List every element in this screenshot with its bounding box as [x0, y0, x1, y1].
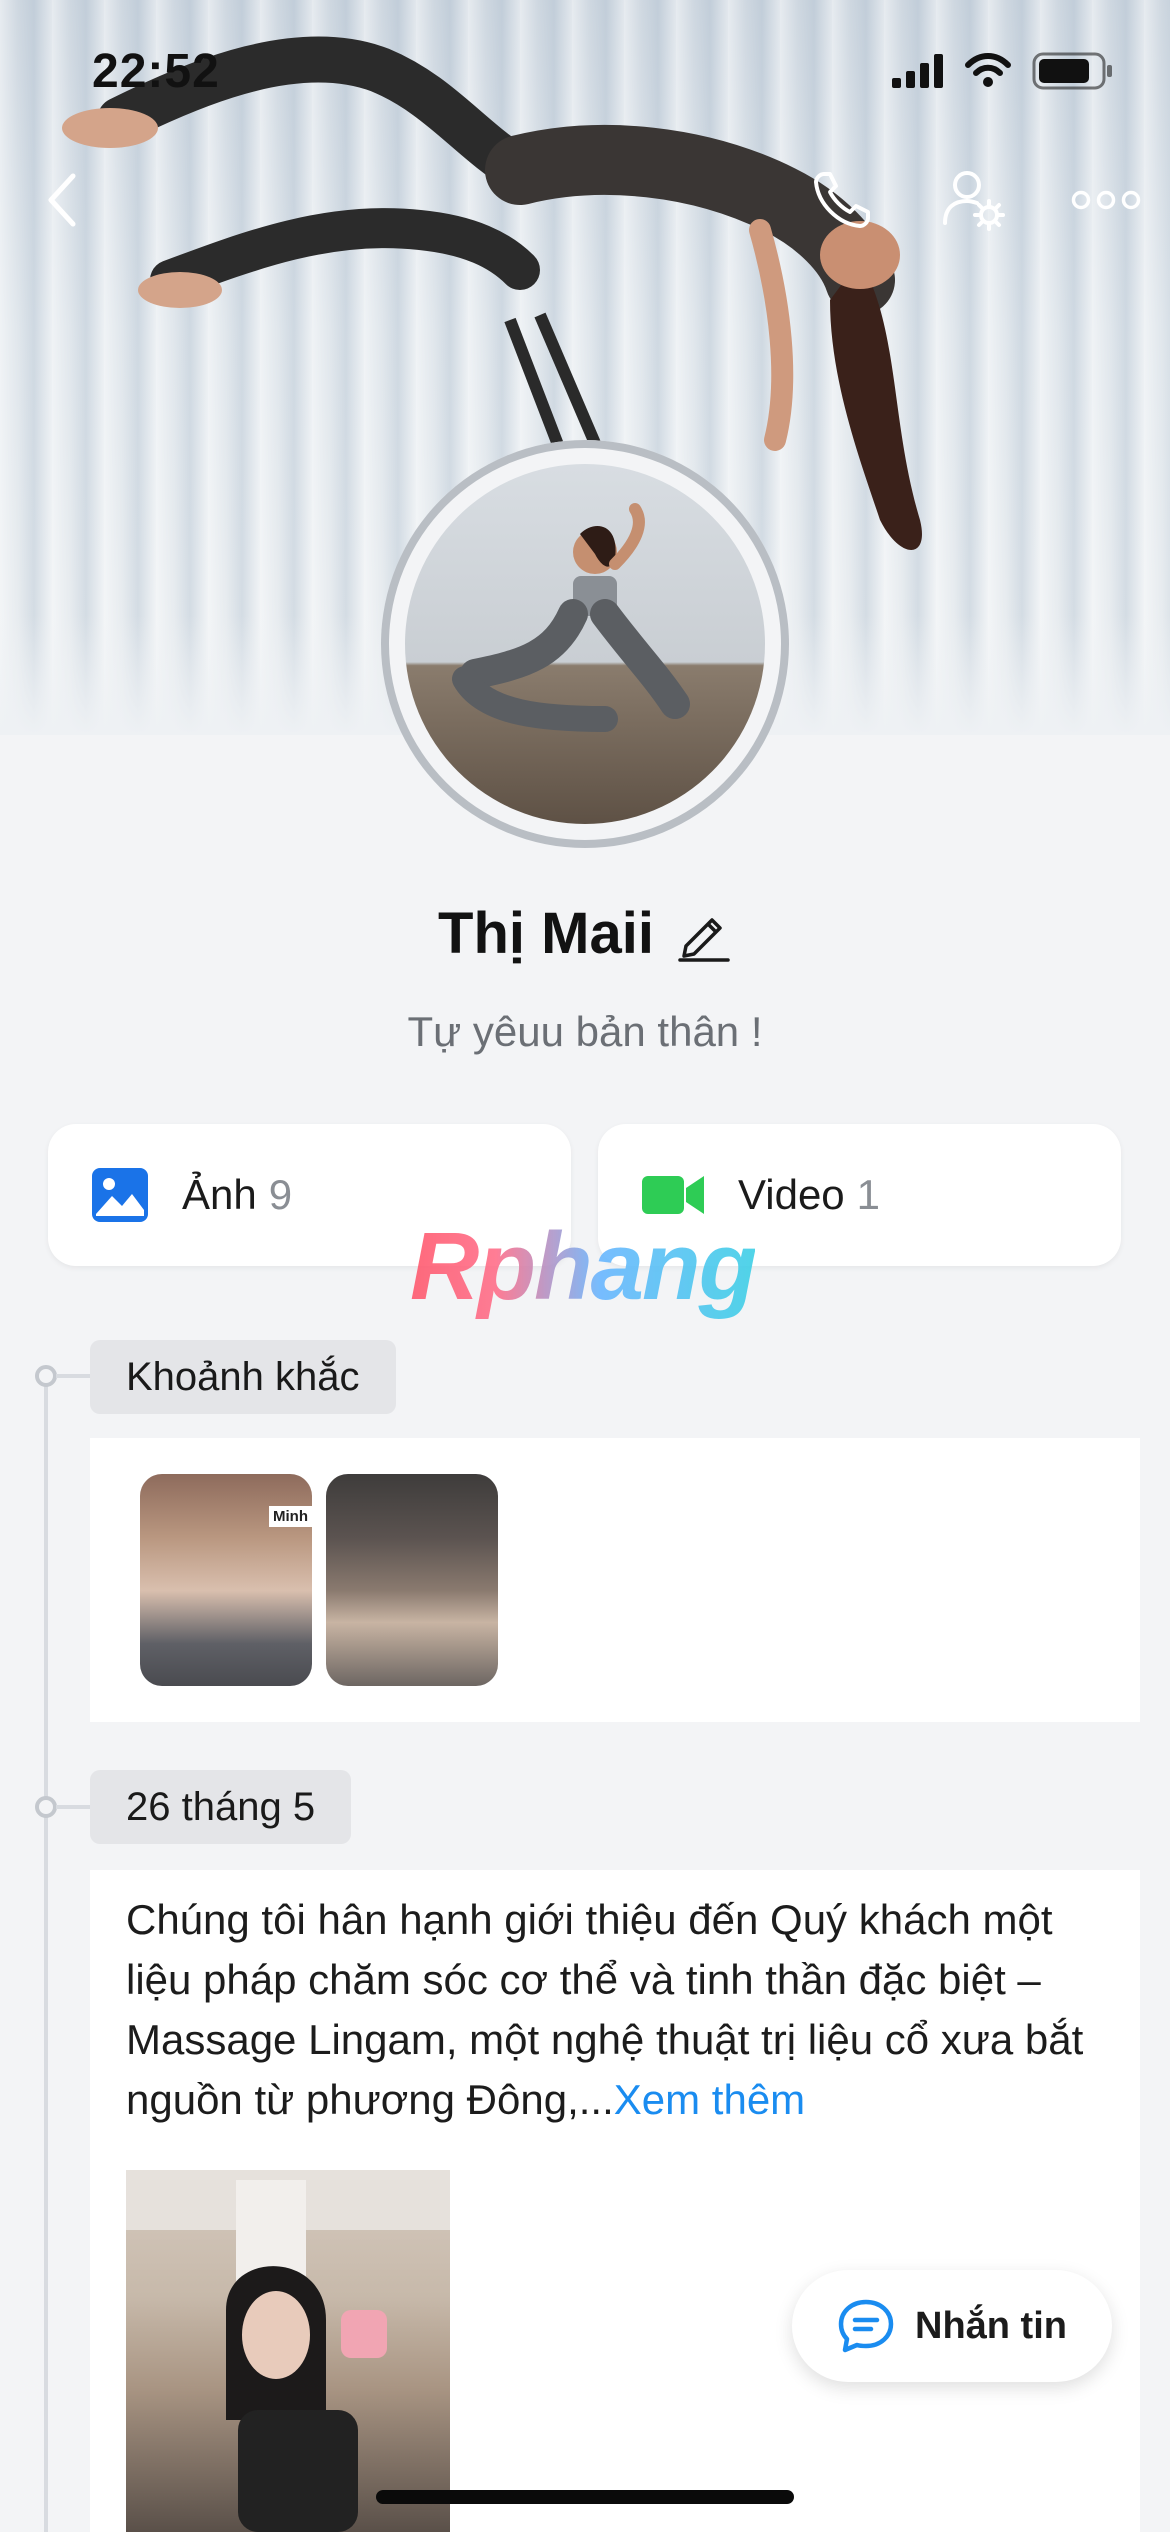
- post-text: Chúng tôi hân hạnh giới thiệu đến Quý kh…: [126, 1896, 1084, 2123]
- cellular-signal-icon: [892, 54, 943, 88]
- message-button[interactable]: Nhắn tin: [792, 2270, 1112, 2382]
- image-icon: [92, 1168, 148, 1222]
- avatar-ring[interactable]: [381, 440, 789, 848]
- phone-icon: [814, 172, 870, 228]
- post-photo[interactable]: [126, 2170, 450, 2532]
- moment-thumbnail-caption: Minh: [269, 1506, 312, 1527]
- moments-title: Khoảnh khắc: [90, 1340, 396, 1414]
- call-button[interactable]: [802, 160, 882, 240]
- post-date: 26 tháng 5: [90, 1770, 352, 1844]
- videos-count: 1: [856, 1171, 881, 1218]
- profile-bio: Tự yêuu bản thân !: [407, 1008, 763, 1055]
- avatar-figure-illustration: [452, 503, 690, 732]
- user-settings-icon: [943, 171, 1005, 231]
- status-time: 22:52: [92, 45, 220, 98]
- home-indicator[interactable]: [376, 2490, 794, 2504]
- moment-thumbnail[interactable]: Minh: [140, 1474, 312, 1686]
- timeline-line: [44, 1376, 48, 2532]
- timeline-dot: [35, 1796, 57, 1818]
- user-settings-button[interactable]: [934, 160, 1014, 240]
- status-icons: [892, 52, 1114, 90]
- post-text-block: Chúng tôi hân hạnh giới thiệu đến Quý kh…: [126, 1890, 1106, 2130]
- profile-name: Thị Maii: [438, 901, 654, 966]
- photos-count: 9: [268, 1171, 293, 1218]
- battery-icon: [1032, 52, 1112, 90]
- wifi-icon: [965, 53, 1011, 87]
- avatar[interactable]: [405, 464, 765, 824]
- chat-bubble-icon: [838, 2299, 894, 2353]
- top-navigation: [0, 160, 1170, 250]
- more-horizontal-icon: [1071, 190, 1141, 210]
- watermark-logo: Rphang: [410, 1213, 757, 1320]
- chevron-left-icon: [48, 173, 76, 227]
- moment-thumbnail[interactable]: [326, 1474, 498, 1686]
- profile-name-row: Thị Maii: [0, 900, 1170, 967]
- status-bar: 22:52: [0, 0, 1170, 140]
- photos-label: Ảnh: [182, 1171, 257, 1218]
- timeline-dot: [35, 1365, 57, 1387]
- videos-label: Video: [738, 1171, 845, 1218]
- see-more-link[interactable]: Xem thêm: [614, 2076, 805, 2123]
- pencil-icon[interactable]: [676, 906, 732, 962]
- message-button-label: Nhắn tin: [915, 2304, 1067, 2347]
- back-button[interactable]: [22, 160, 102, 240]
- post-photo-illustration: [126, 2170, 450, 2532]
- more-button[interactable]: [1066, 160, 1146, 240]
